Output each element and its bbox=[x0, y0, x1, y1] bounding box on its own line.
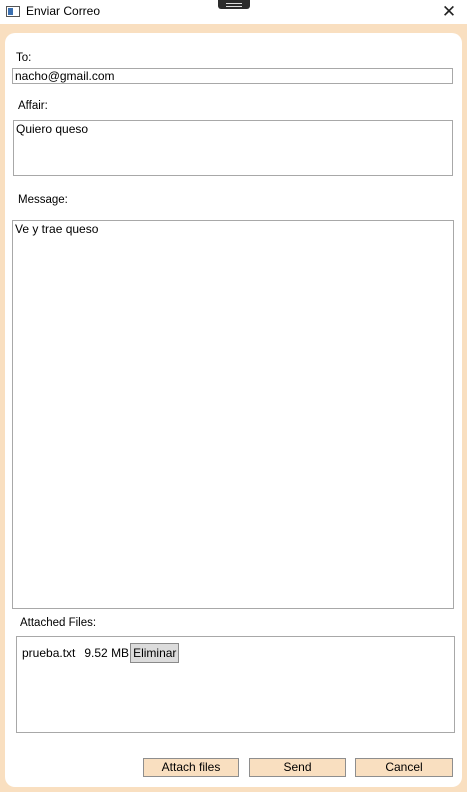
app-window-icon bbox=[6, 6, 20, 17]
form-panel: To: nacho@gmail.com Affair: Quiero queso… bbox=[5, 33, 462, 787]
remove-attachment-button[interactable]: Eliminar bbox=[130, 643, 180, 663]
attachment-size: 9.52 MB bbox=[84, 646, 130, 660]
title-bar: Enviar Correo ✕ bbox=[0, 0, 467, 24]
attachment-name: prueba.txt bbox=[22, 646, 76, 660]
cancel-button[interactable]: Cancel bbox=[355, 758, 453, 777]
message-field[interactable]: Ve y trae queso bbox=[12, 220, 454, 609]
attached-files-list: prueba.txt 9.52 MB Eliminar bbox=[16, 636, 455, 733]
window-title: Enviar Correo bbox=[26, 4, 101, 18]
affair-label: Affair: bbox=[18, 100, 48, 112]
affair-field[interactable]: Quiero queso bbox=[13, 120, 453, 176]
message-label: Message: bbox=[18, 194, 68, 206]
attachment-item: prueba.txt 9.52 MB Eliminar bbox=[22, 643, 180, 663]
to-label: To: bbox=[16, 52, 32, 64]
to-field[interactable]: nacho@gmail.com bbox=[12, 68, 453, 84]
close-icon[interactable]: ✕ bbox=[431, 0, 467, 24]
snap-grip-handle[interactable] bbox=[218, 0, 250, 9]
send-button[interactable]: Send bbox=[249, 758, 346, 777]
attached-files-label: Attached Files: bbox=[20, 617, 97, 629]
window-frame: To: nacho@gmail.com Affair: Quiero queso… bbox=[0, 24, 467, 792]
attach-files-button[interactable]: Attach files bbox=[143, 758, 239, 777]
